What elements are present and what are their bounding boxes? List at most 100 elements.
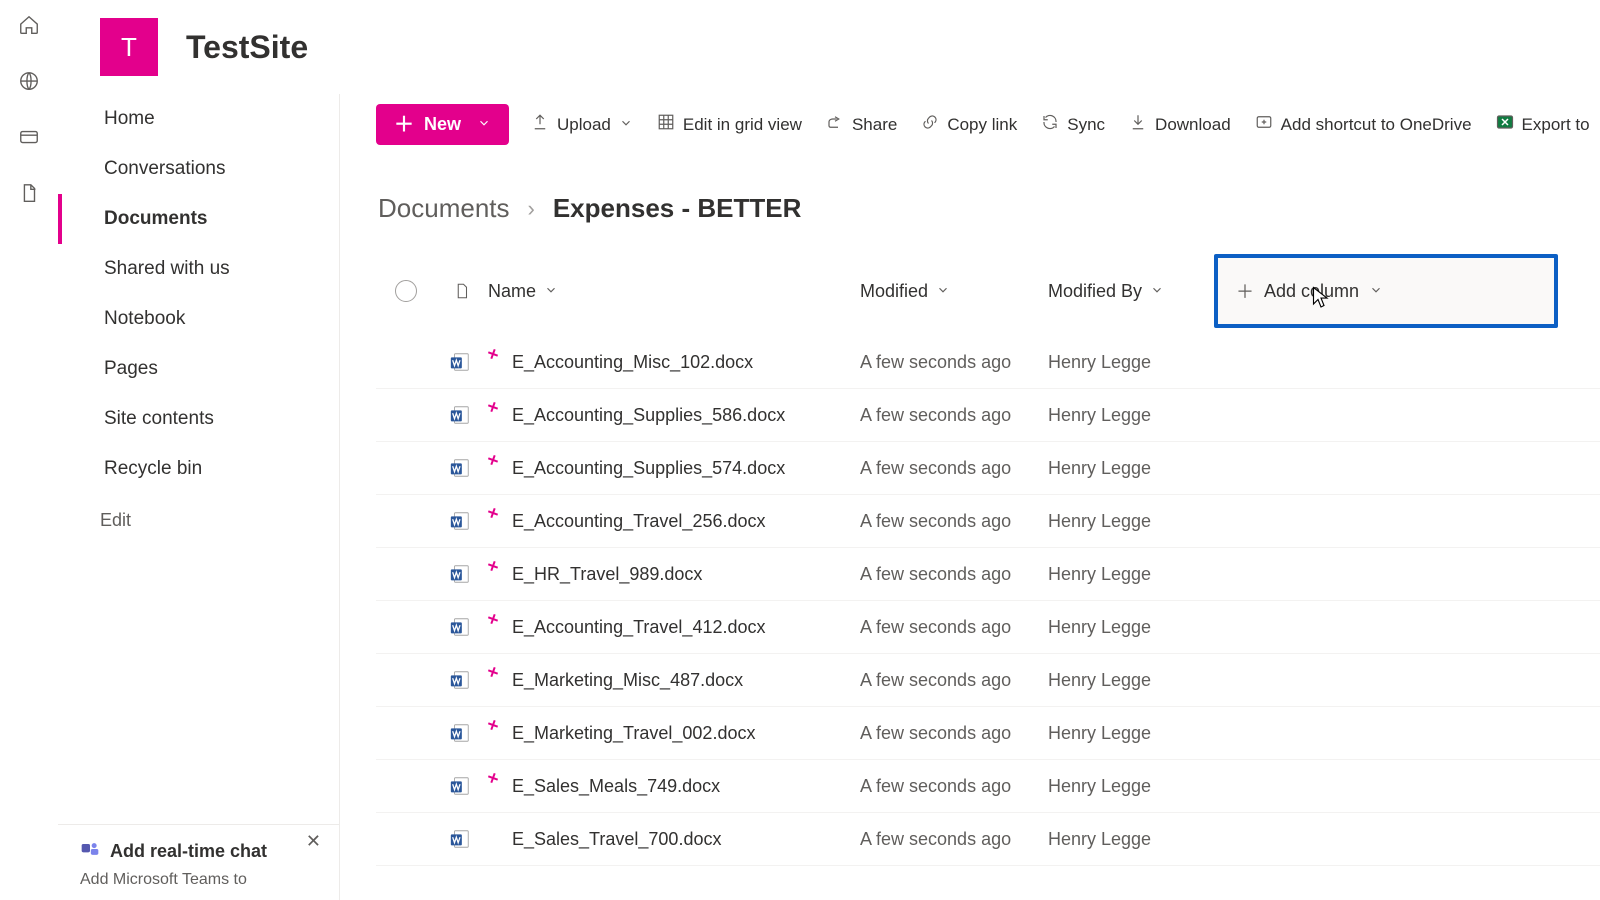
column-header-name[interactable]: Name — [488, 281, 860, 302]
sidebar-item-site-contents[interactable]: Site contents — [58, 394, 339, 444]
chevron-down-icon — [1369, 281, 1383, 302]
new-indicator-icon — [488, 455, 498, 465]
sidebar-item-conversations[interactable]: Conversations — [58, 144, 339, 194]
toolbar-excel-button[interactable]: Export to — [1496, 113, 1590, 136]
new-indicator-icon — [488, 349, 498, 359]
add-column-button[interactable]: ＋ Add column — [1214, 254, 1558, 328]
new-indicator-icon — [488, 667, 498, 677]
toolbar-label: Share — [852, 115, 897, 135]
toolbar-label: Sync — [1067, 115, 1105, 135]
toolbar-grid-button[interactable]: Edit in grid view — [657, 113, 802, 136]
site-title[interactable]: TestSite — [186, 29, 308, 66]
plus-icon: ＋ — [1236, 278, 1254, 304]
file-modified: A few seconds ago — [860, 405, 1048, 426]
nav-edit-link[interactable]: Edit — [58, 498, 339, 543]
file-modified-by: Henry Legge — [1048, 511, 1214, 532]
word-file-icon — [449, 775, 471, 797]
toolbar-link-button[interactable]: Copy link — [921, 113, 1017, 136]
file-name[interactable]: E_Sales_Travel_700.docx — [512, 829, 721, 850]
breadcrumb-leaf: Expenses - BETTER — [553, 193, 802, 224]
table-row[interactable]: E_Accounting_Supplies_574.docx A few sec… — [376, 442, 1600, 495]
chevron-right-icon: › — [528, 196, 535, 222]
table-row[interactable]: E_Accounting_Travel_256.docx A few secon… — [376, 495, 1600, 548]
toolbar-label: Edit in grid view — [683, 115, 802, 135]
toolbar-sync-button[interactable]: Sync — [1041, 113, 1105, 136]
share-icon — [826, 113, 844, 136]
command-bar: ＋ New Upload Edit in grid view Share Copy l… — [376, 94, 1600, 155]
plus-icon: ＋ — [394, 115, 414, 135]
sidebar-item-pages[interactable]: Pages — [58, 344, 339, 394]
table-row[interactable]: E_Sales_Travel_700.docx A few seconds ag… — [376, 813, 1600, 866]
globe-icon[interactable] — [16, 68, 42, 94]
file-modified: A few seconds ago — [860, 670, 1048, 691]
file-modified-by: Henry Legge — [1048, 670, 1214, 691]
toolbar-upload-button[interactable]: Upload — [531, 113, 633, 136]
breadcrumb-root[interactable]: Documents — [378, 193, 510, 224]
toolbar-label: Copy link — [947, 115, 1017, 135]
file-name[interactable]: E_Accounting_Travel_412.docx — [512, 617, 766, 638]
type-column-icon[interactable] — [436, 282, 488, 300]
file-modified-by: Henry Legge — [1048, 352, 1214, 373]
new-button[interactable]: ＋ New — [376, 104, 509, 145]
table-row[interactable]: E_Accounting_Travel_412.docx A few secon… — [376, 601, 1600, 654]
select-all-toggle[interactable] — [395, 280, 417, 302]
file-name[interactable]: E_Accounting_Supplies_586.docx — [512, 405, 785, 426]
file-modified: A few seconds ago — [860, 352, 1048, 373]
card-icon[interactable] — [16, 124, 42, 150]
toolbar-label: Download — [1155, 115, 1231, 135]
toolbar-shortcut-button[interactable]: Add shortcut to OneDrive — [1255, 113, 1472, 136]
column-header-modified[interactable]: Modified — [860, 281, 1048, 302]
chevron-down-icon — [477, 114, 491, 135]
table-header: Name Modified Modified By — [376, 246, 1600, 336]
site-header: T TestSite — [58, 0, 1600, 94]
file-modified: A few seconds ago — [860, 776, 1048, 797]
column-header-name-label: Name — [488, 281, 536, 302]
file-modified: A few seconds ago — [860, 511, 1048, 532]
sidebar-item-home[interactable]: Home — [58, 94, 339, 144]
new-indicator-icon — [488, 720, 498, 730]
file-name[interactable]: E_Accounting_Misc_102.docx — [512, 352, 753, 373]
file-name[interactable]: E_Sales_Meals_749.docx — [512, 776, 720, 797]
sidebar-item-documents[interactable]: Documents — [58, 194, 339, 244]
site-logo[interactable]: T — [100, 18, 158, 76]
shortcut-icon — [1255, 113, 1273, 136]
file-name[interactable]: E_HR_Travel_989.docx — [512, 564, 702, 585]
table-row[interactable]: E_Marketing_Misc_487.docx A few seconds … — [376, 654, 1600, 707]
word-file-icon — [449, 563, 471, 585]
new-indicator-icon — [488, 773, 498, 783]
toolbar-download-button[interactable]: Download — [1129, 113, 1231, 136]
column-header-modified-by[interactable]: Modified By — [1048, 281, 1214, 302]
table-row[interactable]: E_Accounting_Misc_102.docx A few seconds… — [376, 336, 1600, 389]
file-name[interactable]: E_Accounting_Supplies_574.docx — [512, 458, 785, 479]
sidebar-item-notebook[interactable]: Notebook — [58, 294, 339, 344]
sidebar-item-recycle-bin[interactable]: Recycle bin — [58, 444, 339, 494]
toolbar-share-button[interactable]: Share — [826, 113, 897, 136]
toolbar-label: Upload — [557, 115, 611, 135]
word-file-icon — [449, 457, 471, 479]
file-modified-by: Henry Legge — [1048, 564, 1214, 585]
column-header-modified-label: Modified — [860, 281, 928, 302]
table-row[interactable]: E_Marketing_Travel_002.docx A few second… — [376, 707, 1600, 760]
file-modified: A few seconds ago — [860, 458, 1048, 479]
home-icon[interactable] — [16, 12, 42, 38]
table-row[interactable]: E_Accounting_Supplies_586.docx A few sec… — [376, 389, 1600, 442]
new-button-label: New — [424, 114, 461, 135]
teams-promo: ✕ Add real-time chat Add Microsoft Teams… — [58, 824, 339, 900]
chevron-down-icon — [936, 281, 950, 302]
word-file-icon — [449, 722, 471, 744]
close-icon[interactable]: ✕ — [306, 831, 321, 852]
file-name[interactable]: E_Accounting_Travel_256.docx — [512, 511, 766, 532]
document-icon[interactable] — [16, 180, 42, 206]
new-indicator-icon — [488, 561, 498, 571]
chevron-down-icon — [544, 281, 558, 302]
grid-icon — [657, 113, 675, 136]
file-name[interactable]: E_Marketing_Travel_002.docx — [512, 723, 755, 744]
sync-icon — [1041, 113, 1059, 136]
file-modified-by: Henry Legge — [1048, 829, 1214, 850]
table-row[interactable]: E_HR_Travel_989.docx A few seconds ago H… — [376, 548, 1600, 601]
table-row[interactable]: E_Sales_Meals_749.docx A few seconds ago… — [376, 760, 1600, 813]
sidebar-item-shared-with-us[interactable]: Shared with us — [58, 244, 339, 294]
word-file-icon — [449, 616, 471, 638]
file-modified: A few seconds ago — [860, 564, 1048, 585]
file-name[interactable]: E_Marketing_Misc_487.docx — [512, 670, 743, 691]
